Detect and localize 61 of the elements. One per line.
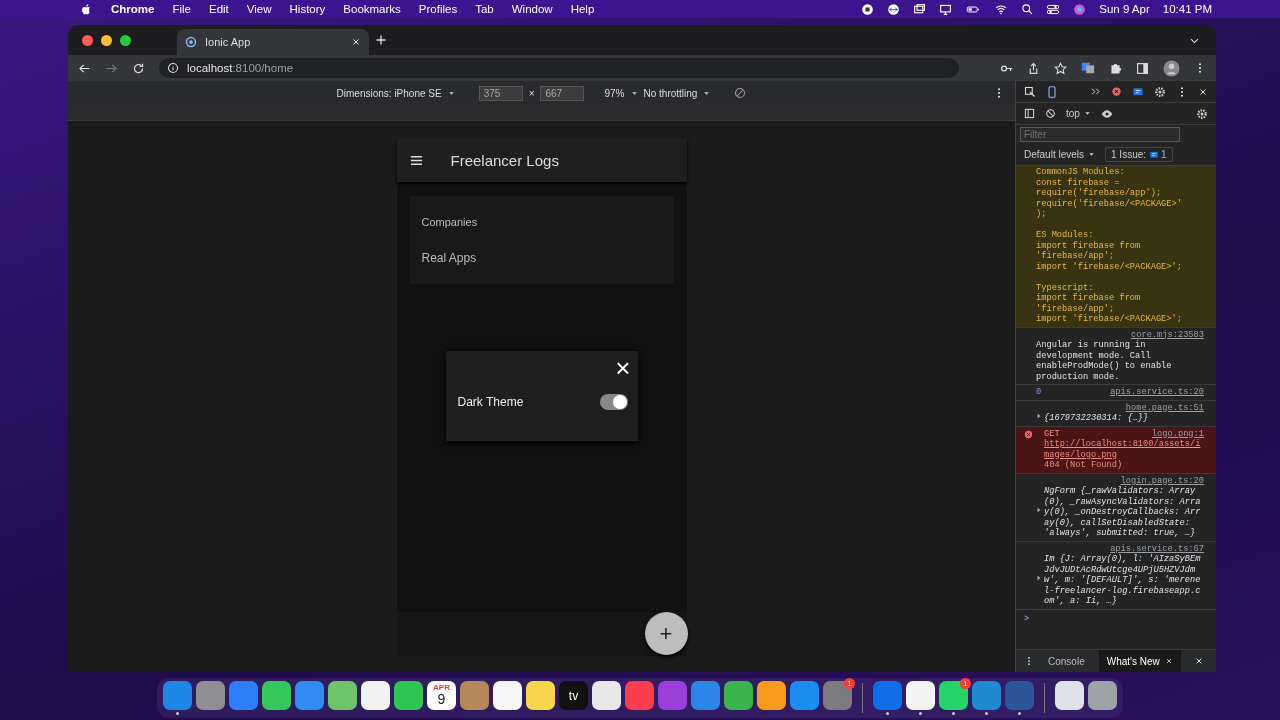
menu-list-item[interactable]: Real Apps — [421, 240, 477, 276]
drawer-tab[interactable]: Console — [1040, 650, 1093, 672]
source-link[interactable]: home.page.ts:51 — [1125, 402, 1204, 413]
console-message: Angular is running in development mode. Call enableProdMode() to enable production mode. — [1036, 340, 1173, 382]
app-icon[interactable]: tv — [559, 681, 588, 710]
notification-badge: 1 — [844, 678, 855, 689]
menu-item[interactable]: Help — [570, 3, 595, 15]
zoom-menu[interactable]: 97% — [604, 87, 625, 99]
menu-item[interactable]: File — [172, 3, 191, 15]
console-prompt[interactable]: > — [1016, 609, 1216, 628]
browser-tab[interactable]: Ionic App — [177, 29, 369, 55]
issues-label: 1 Issue: — [1111, 149, 1147, 160]
menu-bar-clock: 10:41 PM — [1162, 3, 1212, 15]
height-field[interactable]: 667 — [540, 85, 585, 101]
menu-item[interactable]: Window — [511, 3, 553, 15]
times-sign: × — [528, 87, 535, 99]
console-object: NgForm {_rawValidators: Array(0), _rawAsyncValidators: Array(0), _onDestroyCallbacks: Array(0), callSetDisabledState: 'always', submitted: true, …} — [1044, 486, 1201, 538]
menu-item[interactable]: Chrome — [111, 3, 155, 15]
menu-item[interactable]: History — [289, 3, 326, 15]
context-menu[interactable]: top — [1066, 108, 1080, 119]
tab-title: Ionic App — [205, 36, 252, 48]
log-levels-menu[interactable]: Default levels — [1024, 149, 1085, 160]
source-link[interactable]: core.mjs:23583 — [1131, 329, 1204, 340]
app-icon[interactable]: 1 — [823, 681, 852, 710]
filter-field[interactable]: Filter — [1020, 127, 1180, 142]
source-link[interactable]: login.page.ts:20 — [1120, 475, 1204, 486]
drawer-tab[interactable]: What's New — [1098, 650, 1181, 672]
address-bar[interactable]: localhost:8100/home — [159, 58, 959, 78]
throttling-menu[interactable]: No throttling — [643, 87, 698, 99]
app-label: tv — [568, 688, 579, 703]
source-link[interactable]: apis.service.ts:67 — [1110, 543, 1204, 554]
width-field[interactable]: 375 — [478, 85, 523, 101]
console-object: Im {J: Array(0), l: 'AIzaSyBEmJdvJUDtAcRdwUtcge4UPjU5HZVJdmw', m: '[DEFAULT]', s: 'merenel-freelancer-log.firebaseapp.com', a: Ii, …} — [1044, 554, 1201, 606]
source-link[interactable]: logo.png:1 — [1151, 428, 1204, 439]
close-button[interactable]: × — [615, 355, 631, 381]
request-method: GET — [1044, 428, 1060, 439]
device-dimensions-menu[interactable]: Dimensions: iPhone SE — [336, 87, 442, 99]
url-text: localhost:8100/home — [187, 62, 294, 74]
status-text: (Not Found) — [1064, 460, 1123, 470]
menu-item[interactable]: Profiles — [418, 3, 458, 15]
console-warning: CommonJS Modules: const firebase = require('firebase/app'); require('firebase/<PACKAGE>' ); ES Modules: import firebase from 'firebase/app'; import 'firebase/<PACKAGE>'; Typescript: import firebase from 'firebase/app'; import 'firebase/<PACKAGE>'; — [1036, 167, 1182, 324]
setting-label: Dark Theme — [457, 395, 525, 409]
notification-badge: 1 — [960, 678, 971, 689]
source-link[interactable]: apis.service.ts:20 — [1110, 387, 1204, 398]
status-code: 404 — [1044, 460, 1060, 470]
menu-item[interactable]: Tab — [475, 3, 494, 15]
menu-bar-date: Sun 9 Apr — [1099, 3, 1150, 15]
request-url-link[interactable]: http://localhost:8100/assets/images/logo.png — [1044, 439, 1204, 460]
menu-list-item[interactable]: Companies — [421, 204, 478, 240]
issues-count: 1 — [1161, 149, 1167, 160]
issues-button[interactable]: 1 Issue: 1 — [1105, 147, 1173, 162]
console-object: {1679732230314: {…}} — [1044, 413, 1149, 423]
calendar-month: APR — [433, 684, 450, 692]
menu-item[interactable]: Edit — [209, 3, 229, 15]
app-icon[interactable]: APR 9 — [427, 681, 456, 710]
menu-item[interactable]: View — [246, 3, 272, 15]
app-icon[interactable]: 1 — [939, 681, 968, 710]
console-value: 0 — [1036, 387, 1042, 397]
calendar-day: 9 — [437, 692, 446, 707]
app-title: Freelancer Logs — [450, 151, 559, 169]
menu-item[interactable]: Bookmarks — [343, 3, 401, 15]
